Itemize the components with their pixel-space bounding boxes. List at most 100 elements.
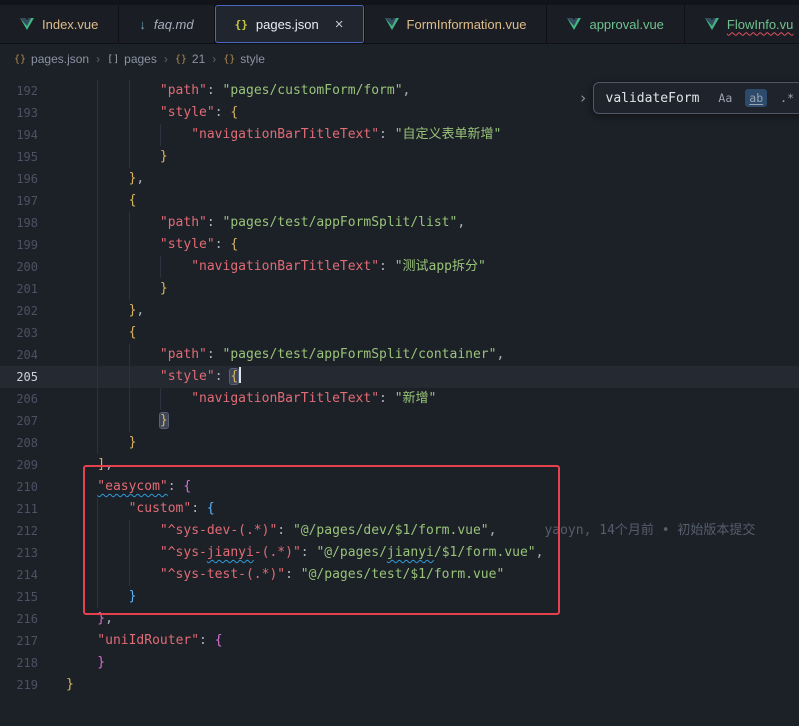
find-collapse-chevron[interactable]: › [578,89,587,107]
indent-guide [129,388,160,410]
code-line-207[interactable]: 207} [0,410,799,432]
indent-guide [66,432,97,454]
line-number[interactable]: 200 [0,256,38,278]
line-number[interactable]: 198 [0,212,38,234]
indent-guide [97,80,128,102]
editor[interactable]: 192"path": "pages/customForm/form",193"s… [0,74,799,726]
line-number[interactable]: 199 [0,234,38,256]
line-number[interactable]: 204 [0,344,38,366]
code-line-205[interactable]: 205"style": { [0,366,799,388]
code-token: { [230,237,238,252]
line-number[interactable]: 219 [0,674,38,696]
line-number[interactable]: 196 [0,168,38,190]
code-token: , [403,83,411,98]
line-number[interactable]: 193 [0,102,38,124]
match-case-button[interactable]: Aa [714,89,736,107]
code-line-198[interactable]: 198"path": "pages/test/appFormSplit/list… [0,212,799,234]
code-line-196[interactable]: 196}, [0,168,799,190]
tab-forminformation-vue[interactable]: FormInformation.vue [365,5,548,43]
code-token: "自定义表单新增" [395,127,502,142]
whole-word-button[interactable]: ab [745,89,767,107]
close-icon[interactable]: × [335,17,344,32]
indent-guide [97,300,128,322]
code-line-208[interactable]: 208} [0,432,799,454]
line-number[interactable]: 213 [0,542,38,564]
code-line-210[interactable]: 210"easycom": { [0,476,799,498]
find-input[interactable]: validateForm Aa ab .* [593,82,799,114]
line-number[interactable]: 209 [0,454,38,476]
code-line-217[interactable]: 217"uniIdRouter": { [0,630,799,652]
line-number[interactable]: 192 [0,80,38,102]
indent-guide [66,410,97,432]
tab-faq-md[interactable]: ↓faq.md [119,5,214,43]
line-number[interactable]: 210 [0,476,38,498]
code-line-213[interactable]: 213"^sys-jianyi-(.*)": "@/pages/jianyi/$… [0,542,799,564]
line-number[interactable]: 206 [0,388,38,410]
indent-guide [97,498,128,520]
indent-guide [66,388,97,410]
breadcrumb-item-pages-json[interactable]: {}pages.json [14,52,89,66]
tab-index-vue[interactable]: Index.vue [0,5,119,43]
code-line-218[interactable]: 218} [0,652,799,674]
code-line-214[interactable]: 214"^sys-test-(.*)": "@/pages/test/$1/fo… [0,564,799,586]
tab-label: pages.json [256,17,319,32]
indent-guide [97,212,128,234]
code-line-195[interactable]: 195} [0,146,799,168]
line-number[interactable]: 195 [0,146,38,168]
breadcrumb-item-style[interactable]: {}style [223,52,265,66]
code-line-201[interactable]: 201} [0,278,799,300]
line-number[interactable]: 218 [0,652,38,674]
code-token: "^sys- [160,545,207,560]
code-line-194[interactable]: 194"navigationBarTitleText": "自定义表单新增" [0,124,799,146]
line-number[interactable]: 205 [0,366,38,388]
code-line-212[interactable]: 212"^sys-dev-(.*)": "@/pages/dev/$1/form… [0,520,799,542]
code-line-202[interactable]: 202}, [0,300,799,322]
code-token: } [129,435,137,450]
line-number[interactable]: 203 [0,322,38,344]
indent-guide [66,630,97,652]
line-number[interactable]: 211 [0,498,38,520]
code-line-216[interactable]: 216}, [0,608,799,630]
code-line-199[interactable]: 199"style": { [0,234,799,256]
line-number[interactable]: 216 [0,608,38,630]
line-number[interactable]: 217 [0,630,38,652]
breadcrumb-item-pages[interactable]: []pages [107,52,157,66]
breadcrumb-item-21[interactable]: {}21 [175,52,205,66]
line-number[interactable]: 194 [0,124,38,146]
code-token: "custom" [129,501,192,516]
line-number[interactable]: 202 [0,300,38,322]
line-number[interactable]: 214 [0,564,38,586]
code-line-215[interactable]: 215} [0,586,799,608]
code-line-209[interactable]: 209], [0,454,799,476]
line-number[interactable]: 197 [0,190,38,212]
indent-guide [66,102,97,124]
line-number[interactable]: 212 [0,520,38,542]
line-number[interactable]: 215 [0,586,38,608]
tab-flowinfo-vu[interactable]: FlowInfo.vu [685,5,799,43]
line-number[interactable]: 201 [0,278,38,300]
find-widget: › validateForm Aa ab .* [578,82,799,114]
code-line-200[interactable]: 200 "navigationBarTitleText": "测试app拆分" [0,256,799,278]
code-line-197[interactable]: 197{ [0,190,799,212]
code-line-203[interactable]: 203{ [0,322,799,344]
markdown-icon: ↓ [139,17,146,32]
code-token: "style" [160,105,215,120]
indent-guide [66,652,97,674]
tab-pages-json[interactable]: {}pages.json× [215,5,365,43]
tab-approval-vue[interactable]: approval.vue [547,5,684,43]
indent-guide [66,300,97,322]
line-number[interactable]: 207 [0,410,38,432]
code-line-211[interactable]: 211"custom": { [0,498,799,520]
code-text: "style": { [66,102,238,124]
indent-guide [160,388,191,410]
code-text: "navigationBarTitleText": "测试app拆分" [66,256,486,278]
code-token: , [536,545,544,560]
code-line-204[interactable]: 204"path": "pages/test/appFormSplit/cont… [0,344,799,366]
code-line-219[interactable]: 219} [0,674,799,696]
find-query[interactable]: validateForm [606,91,700,106]
indent-guide [129,212,160,234]
line-number[interactable]: 208 [0,432,38,454]
indent-guide [129,542,160,564]
code-line-206[interactable]: 206"navigationBarTitleText": "新增" [0,388,799,410]
regex-button[interactable]: .* [776,89,798,107]
